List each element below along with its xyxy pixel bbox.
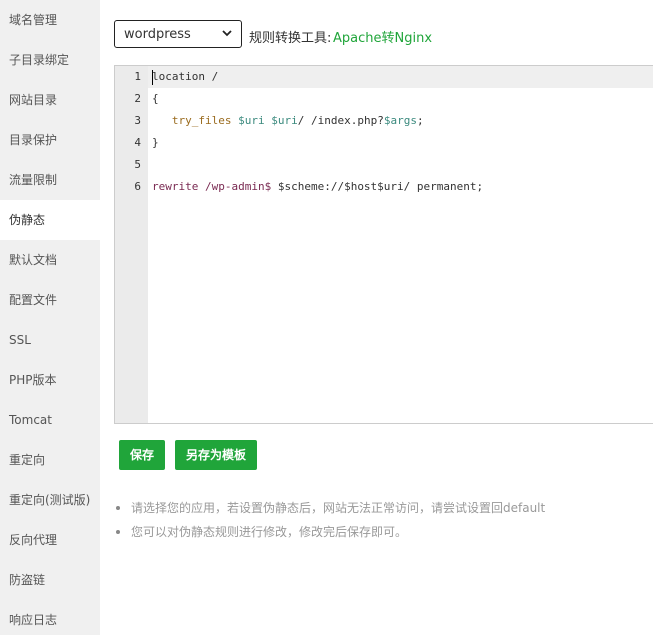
line-number: 5 [134,158,141,171]
line-number: 2 [134,92,141,105]
code-line: location / [152,70,219,83]
tip-item: 请选择您的应用，若设置伪静态后，网站无法正常访问，请尝试设置回default [116,498,545,522]
sidebar-item-redirect[interactable]: 重定向 [0,440,100,480]
sidebar-item-tomcat[interactable]: Tomcat [0,400,100,440]
sidebar-item-domain[interactable]: 域名管理 [0,0,100,40]
chevron-down-icon [222,30,232,37]
code-line: rewrite /wp-admin$ $scheme://$host$uri/ … [152,180,484,193]
rewrite-template-select-value: wordpress [124,26,191,42]
apache-to-nginx-link[interactable]: Apache转Nginx [333,27,432,46]
line-number: 4 [134,136,141,149]
rule-converter-label: 规则转换工具: [249,31,332,46]
rewrite-template-select[interactable]: wordpress [114,20,242,48]
sidebar-item-reverse-proxy[interactable]: 反向代理 [0,520,100,560]
bullet-dot-icon [116,506,120,510]
sidebar-item-site-directory[interactable]: 网站目录 [0,80,100,120]
sidebar-item-rewrite[interactable]: 伪静态 [0,200,100,240]
rewrite-code-editor[interactable]: 1 2 3 4 5 6 location / { try_files $uri … [114,65,653,424]
bullet-dot-icon [116,530,120,534]
sidebar-item-php-version[interactable]: PHP版本 [0,360,100,400]
sidebar-item-config-file[interactable]: 配置文件 [0,280,100,320]
save-as-template-button[interactable]: 另存为模板 [175,440,257,470]
code-line: { [152,92,159,105]
code-line: try_files $uri $uri/ /index.php?$args; [171,114,424,127]
line-number: 1 [134,70,141,83]
save-button[interactable]: 保存 [119,440,165,470]
sidebar-item-ssl[interactable]: SSL [0,320,100,360]
sidebar-item-traffic-limit[interactable]: 流量限制 [0,160,100,200]
help-tips: 请选择您的应用，若设置伪静态后，网站无法正常访问，请尝试设置回default 您… [116,498,545,546]
sidebar: 域名管理 子目录绑定 网站目录 目录保护 流量限制 伪静态 默认文档 配置文件 … [0,0,100,635]
line-number: 3 [134,114,141,127]
code-line: } [152,136,159,149]
sidebar-item-hotlink-protection[interactable]: 防盗链 [0,560,100,600]
sidebar-item-subdir-binding[interactable]: 子目录绑定 [0,40,100,80]
sidebar-item-directory-protection[interactable]: 目录保护 [0,120,100,160]
sidebar-item-default-document[interactable]: 默认文档 [0,240,100,280]
active-line-highlight [148,66,653,88]
editor-gutter: 1 2 3 4 5 6 [115,66,148,423]
line-number: 6 [134,180,141,193]
tip-item: 您可以对伪静态规则进行修改，修改完后保存即可。 [116,522,545,546]
sidebar-item-response-log[interactable]: 响应日志 [0,600,100,640]
sidebar-item-redirect-beta[interactable]: 重定向(测试版) [0,480,100,520]
